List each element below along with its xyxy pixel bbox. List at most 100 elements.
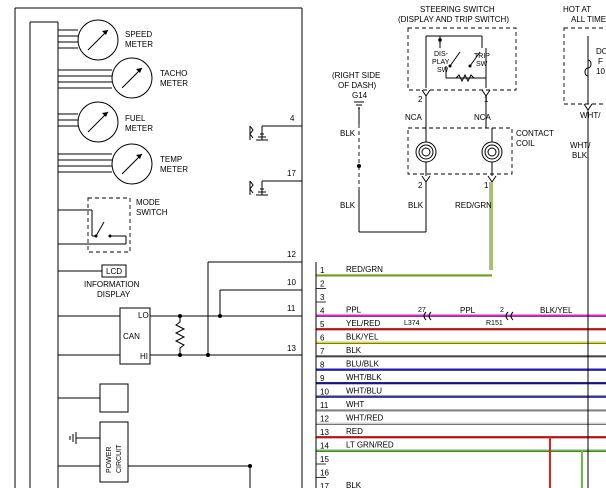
connector-pin-number: 14: [320, 442, 329, 451]
cluster-pins: 4 17 12 10 11 13: [208, 114, 302, 356]
tacho-meter-label-2: METER: [160, 79, 188, 88]
connector-pin-number: 16: [320, 469, 329, 478]
connector-row-17: 17 BLK: [320, 481, 362, 488]
connector-wire-label: BLK/YEL: [346, 333, 379, 342]
coil-pin-1: 1: [484, 181, 489, 190]
connector-pin-number: 2: [320, 280, 325, 289]
red-grn-run: [489, 182, 493, 270]
lcd-label: LCD: [106, 267, 122, 276]
connector-wire-label: BLK: [346, 481, 362, 488]
hot-wire-label-1: WHT/: [580, 111, 601, 120]
connector-wire-label: LT GRN/RED: [346, 441, 394, 450]
connector-wire-label: WHT/BLK: [346, 373, 382, 382]
steering-switch: STEERING SWITCH (DISPLAY AND TRIP SWITCH…: [398, 5, 517, 128]
contact-coil-label-2: COIL: [516, 139, 535, 148]
contact-coil-label-1: CONTACT: [516, 129, 554, 138]
ppl-mid-label: PPL: [460, 306, 476, 315]
display-sw-label-2: PLAY: [432, 59, 450, 66]
power-circuit: POWER CIRCUIT: [58, 383, 252, 488]
connector-row-5: 5 YEL/RED: [316, 319, 606, 331]
steering-pin-2: 2: [418, 95, 423, 104]
trip-sw-label-1: TRIP: [474, 53, 490, 60]
connector-pin-number: 10: [320, 388, 329, 397]
connector-pin-number: 12: [320, 415, 329, 424]
steering-switch-title-1: STEERING SWITCH: [420, 5, 495, 14]
connector-pin-number: 11: [320, 401, 329, 410]
ground-id: G14: [352, 91, 368, 100]
connector-pin-number: 4: [320, 307, 325, 316]
mode-switch-label-2: SWITCH: [136, 208, 168, 217]
connector-wire-label: WHT/RED: [346, 414, 384, 423]
can-label: CAN: [123, 332, 140, 341]
connector-row-15: 15: [316, 455, 329, 465]
display-sw-label-3: SW: [437, 67, 449, 74]
connector-wire-label: RED: [346, 427, 363, 436]
wiring-diagram: SPEED METER TACHO METER FUEL METER TEMP …: [14, 5, 606, 488]
coil-blk-label: BLK: [408, 201, 424, 210]
steering-switch-title-2: (DISPLAY AND TRIP SWITCH): [398, 15, 509, 24]
conn-2-label: 2: [500, 307, 504, 314]
temp-meter-label-1: TEMP: [160, 155, 182, 164]
connector-pin-number: 3: [320, 293, 325, 302]
ground-location-1: (RIGHT SIDE: [332, 71, 380, 80]
nca-right-label: NCA: [474, 113, 492, 122]
cluster-frame: [14, 7, 303, 488]
connector-row-3: 3: [316, 293, 326, 303]
tacho-meter-label-1: TACHO: [160, 69, 187, 78]
power-circuit-label-2: CIRCUIT: [116, 444, 123, 473]
ground-location-2: OF DASH): [338, 81, 377, 90]
conn-27-label: 27: [418, 307, 426, 314]
connector-row-9: 9 WHT/BLK: [316, 373, 606, 385]
connector-wire-label: RED/GRN: [346, 265, 383, 274]
connector-wire-label: YEL/RED: [346, 319, 380, 328]
connector-rows: 1 RED/GRN 2 3 4 PPL 5 YEL/RED 6 BLK/YEL 7 BLK 8 BLU/B…: [316, 265, 606, 488]
cluster-pin-4: 4: [290, 114, 295, 123]
coil-pin-2: 2: [418, 181, 423, 190]
connector-row-8: 8 BLU/BLK: [316, 360, 606, 371]
connector-pin-number: 9: [320, 374, 325, 383]
connector-pin-number: 7: [320, 347, 325, 356]
fuse-label-2: F: [598, 57, 603, 66]
connector-row-7: 7 BLK: [316, 346, 606, 358]
cluster-pin-12: 12: [287, 250, 296, 259]
connector-row-2: 2: [316, 280, 326, 289]
information-display: LCD INFORMATION DISPLAY: [58, 264, 140, 299]
connector-row-16: 16: [316, 469, 329, 478]
connector-row-1: 1 RED/GRN: [316, 265, 492, 277]
mode-switch: MODE SWITCH: [58, 197, 168, 253]
speed-meter-label-2: METER: [125, 40, 153, 49]
contact-coil: CONTACT COIL 2 1 BLK RED/GRN: [407, 127, 554, 232]
connector-wire-label: BLU/BLK: [346, 360, 380, 369]
connector-wire-label: PPL: [346, 306, 362, 315]
connector-row-11: 11 WHT: [316, 400, 606, 412]
can-lo-label: LO: [138, 311, 149, 320]
cluster-pin-11: 11: [287, 304, 296, 313]
connector-row-12: 12 WHT/RED: [316, 414, 606, 425]
hot-at-label-1: HOT AT: [563, 5, 591, 14]
tacho-meter: TACHO METER: [111, 57, 188, 99]
conn-l374-label: L374: [404, 320, 420, 327]
connector-wire-label: BLK: [346, 346, 362, 355]
cluster-pin-10: 10: [287, 278, 296, 287]
connector-pin-number: 13: [320, 428, 329, 437]
mode-switch-label-1: MODE: [136, 198, 160, 207]
connector-row-14: 14 LT GRN/RED: [316, 441, 606, 452]
conn-r151-label: R151: [486, 320, 503, 327]
connector-pin-number: 5: [320, 320, 325, 329]
connector-pin-number: 8: [320, 361, 325, 370]
info-display-label-1: INFORMATION: [84, 280, 140, 289]
connector-row-13: 13 RED: [316, 427, 606, 439]
info-display-label-2: DISPLAY: [97, 290, 131, 299]
connector-wire-label: WHT: [346, 400, 364, 409]
fuel-meter-label-1: FUEL: [125, 114, 146, 123]
cluster-pin-13: 13: [287, 344, 296, 353]
connector-wire-label: WHT/BLU: [346, 387, 382, 396]
nca-left-label: NCA: [405, 113, 423, 122]
power-circuit-label-1: POWER: [106, 447, 113, 473]
hot-at-label-2: ALL TIME: [571, 15, 606, 24]
display-sw-label-1: DIS-: [434, 51, 449, 58]
hot-wire-label-2: WHT/: [570, 141, 591, 150]
hot-wire-label-3: BLK: [572, 151, 588, 160]
cluster-pin-17: 17: [287, 169, 296, 178]
temp-meter-label-2: METER: [160, 165, 188, 174]
